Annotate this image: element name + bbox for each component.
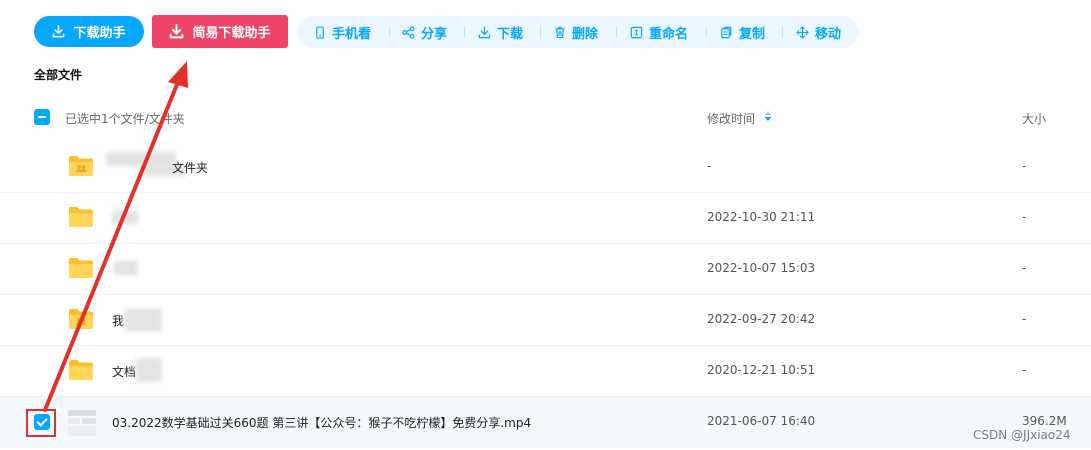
modified-time: 2020-12-21 10:51 — [707, 363, 816, 377]
move-label: 移动 — [815, 26, 842, 42]
folder-icon — [69, 207, 93, 227]
download-label: 下载 — [497, 26, 524, 42]
selection-summary: 已选中1个文件/文件夹 — [65, 112, 185, 126]
delete-label: 删除 — [572, 26, 599, 42]
easy-download-helper-label: 简易下载助手 — [192, 26, 271, 41]
separator — [616, 26, 617, 38]
share-label: 分享 — [421, 26, 448, 42]
separator — [782, 26, 783, 38]
phone-icon — [316, 25, 324, 39]
folder-icon — [69, 258, 93, 278]
file-size: - — [1022, 261, 1027, 275]
download-helper-label: 下载助手 — [73, 26, 126, 41]
rename-label: 重命名 — [649, 26, 689, 42]
separator — [464, 26, 465, 38]
table-row[interactable]: 文件夹 - - — [0, 142, 1091, 193]
copy-icon — [721, 26, 732, 38]
table-row[interactable]: 文档 2020-12-21 10:51 - — [0, 346, 1091, 397]
modified-time: 2022-09-27 20:42 — [707, 312, 816, 326]
download-helper-button[interactable]: 下载助手 — [34, 16, 144, 47]
move-button[interactable]: 移动 — [796, 16, 841, 48]
copy-label: 复制 — [739, 26, 766, 42]
modified-time: 2021-06-07 16:40 — [707, 414, 816, 428]
redacted-name — [136, 358, 162, 382]
redacted-name — [124, 309, 162, 331]
breadcrumb[interactable]: 全部文件 — [34, 66, 82, 83]
table-row[interactable]: 2022-10-30 21:11 - — [0, 193, 1091, 244]
table-row[interactable]: 我 2022-09-27 20:42 - — [0, 295, 1091, 346]
file-name: 文档 — [112, 365, 137, 379]
download-icon — [478, 25, 491, 38]
mobile-view-button[interactable]: 手机看 — [314, 16, 371, 48]
file-name: 03.2022数学基础过关660题 第三讲【公众号：猴子不吃柠檬】免费分享.mp… — [112, 416, 532, 430]
file-size: - — [1022, 363, 1027, 377]
modified-time: - — [707, 159, 712, 173]
file-size: - — [1022, 210, 1027, 224]
table-header: 已选中1个文件/文件夹 修改时间 大小 — [0, 96, 1091, 140]
column-modified-time[interactable]: 修改时间 — [707, 110, 755, 127]
folder-icon — [69, 360, 93, 380]
sort-icon[interactable] — [764, 110, 772, 122]
select-all-checkbox[interactable] — [34, 109, 50, 125]
copy-button[interactable]: 复制 — [720, 16, 765, 48]
table-row[interactable]: 2022-10-07 15:03 - — [0, 244, 1091, 295]
column-size[interactable]: 大小 — [1022, 110, 1046, 127]
share-button[interactable]: 分享 — [402, 16, 447, 48]
download-icon — [170, 24, 184, 39]
file-name: 我 — [112, 314, 125, 328]
redacted-name — [114, 261, 138, 275]
shared-folder-icon — [69, 156, 93, 176]
watermark: CSDN @JJxiao24 — [973, 428, 1071, 442]
file-size: - — [1022, 312, 1027, 326]
trash-icon — [555, 26, 565, 38]
shared-folder-icon — [69, 309, 93, 329]
share-icon — [402, 25, 415, 39]
move-icon — [796, 25, 809, 39]
separator — [389, 26, 390, 38]
annotation-highlight-box — [26, 409, 56, 437]
download-icon — [53, 25, 65, 38]
download-button[interactable]: 下载 — [478, 16, 523, 48]
delete-button[interactable]: 删除 — [554, 16, 598, 48]
mobile-view-label: 手机看 — [332, 26, 372, 42]
rename-button[interactable]: 重命名 — [630, 16, 688, 48]
video-file-icon — [66, 408, 98, 438]
table-row-selected[interactable]: 03.2022数学基础过关660题 第三讲【公众号：猴子不吃柠檬】免费分享.mp… — [0, 397, 1091, 448]
file-action-toolbar: 手机看 分享 下载 删除 重命名 复制 移动 — [298, 16, 858, 48]
separator — [540, 26, 541, 38]
redacted-name — [112, 211, 138, 224]
file-size: - — [1022, 159, 1027, 173]
file-manager-page: 下载助手 简易下载助手 手机看 分享 下载 删除 重命名 复制 移动 全部文件 … — [0, 0, 1091, 450]
rename-icon — [630, 26, 643, 38]
modified-time: 2022-10-30 21:11 — [707, 210, 816, 224]
separator — [706, 26, 707, 38]
easy-download-helper-button[interactable]: 简易下载助手 — [152, 15, 288, 48]
file-name: 文件夹 — [172, 161, 209, 175]
modified-time: 2022-10-07 15:03 — [707, 261, 816, 275]
file-size: 396.2M — [1022, 414, 1067, 428]
